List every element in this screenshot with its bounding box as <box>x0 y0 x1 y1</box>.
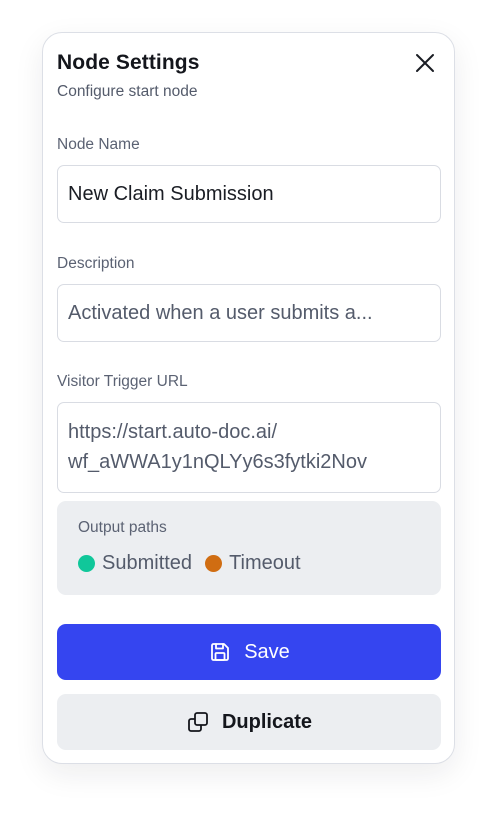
node-name-label: Node Name <box>57 136 140 153</box>
output-paths-box: Output paths Submitted Timeout <box>57 501 441 595</box>
node-name-value: New Claim Submission <box>68 182 274 205</box>
trigger-url-input[interactable]: https://start.auto-doc.ai/ wf_aWWA1y1nQL… <box>57 402 441 493</box>
output-paths-label: Output paths <box>78 519 167 536</box>
output-path-label: Timeout <box>229 552 301 574</box>
close-icon <box>416 54 434 72</box>
floppy-disk-icon <box>208 640 232 664</box>
submitted-dot-icon <box>78 555 95 572</box>
description-label: Description <box>57 255 135 272</box>
trigger-url-line-1: https://start.auto-doc.ai/ <box>68 421 277 443</box>
output-path-submitted: Submitted <box>78 552 192 575</box>
trigger-url-label: Visitor Trigger URL <box>57 373 188 390</box>
output-paths-list: Submitted Timeout <box>78 552 314 575</box>
panel-title: Node Settings <box>57 51 200 74</box>
timeout-dot-icon <box>205 555 223 572</box>
output-path-timeout: Timeout <box>205 552 301 575</box>
description-input[interactable]: Activated when a user submits a... <box>57 284 441 342</box>
description-value: Activated when a user submits a... <box>68 301 373 324</box>
trigger-url-line-2: wf_aWWA1y1nQLYy6s3fytki2Nov <box>68 451 367 473</box>
output-path-label: Submitted <box>102 552 193 574</box>
duplicate-button-label: Duplicate <box>221 710 313 733</box>
copy-icon <box>186 710 210 734</box>
save-button[interactable]: Save <box>57 624 441 680</box>
save-button-label: Save <box>244 640 290 663</box>
panel-subtitle: Configure start node <box>57 83 198 100</box>
node-name-input[interactable]: New Claim Submission <box>57 165 441 223</box>
duplicate-button[interactable]: Duplicate <box>57 694 441 750</box>
node-settings-panel: Node Settings Configure start node Node … <box>42 32 455 764</box>
close-button[interactable] <box>413 51 437 75</box>
